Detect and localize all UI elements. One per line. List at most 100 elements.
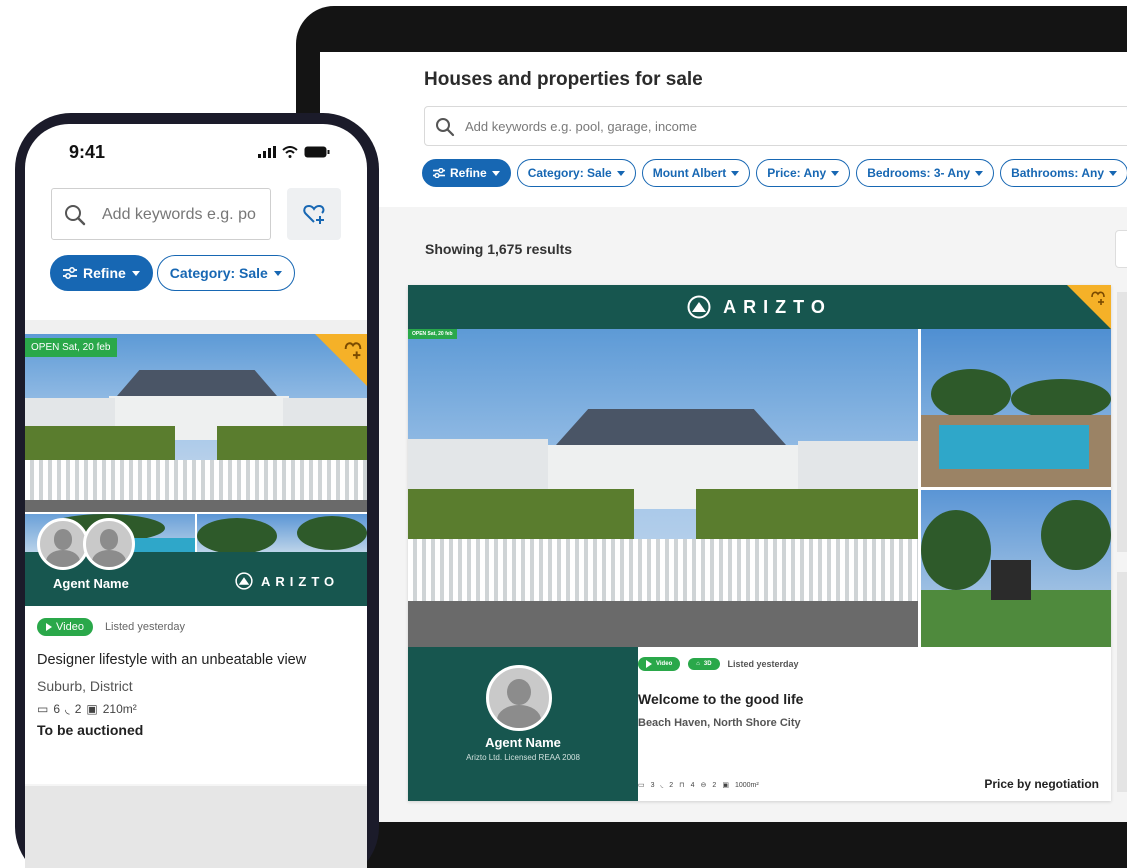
sliders-icon <box>433 168 445 178</box>
chevron-down-icon <box>831 170 840 176</box>
agent-name: Agent Name <box>53 576 129 591</box>
filter-bathrooms[interactable]: Bathrooms: Any <box>1000 159 1127 187</box>
device-mockup-stage: Houses and properties for sale Add keywo… <box>0 0 1127 868</box>
listing-details: Video ⌂ 3D Listed yesterday Welcome to th… <box>638 647 1111 801</box>
video-tag[interactable]: Video <box>37 618 93 636</box>
section-divider <box>25 320 367 334</box>
agent-avatar <box>83 518 135 570</box>
refine-button[interactable]: Refine <box>50 255 153 291</box>
chevron-down-icon <box>1109 170 1117 176</box>
bed-icon: ▭ <box>37 702 49 716</box>
refine-button[interactable]: Refine <box>422 159 511 187</box>
garden-photo[interactable] <box>921 490 1111 647</box>
agent-avatar <box>486 665 552 731</box>
filter-bar: Refine Category: Sale Mount Albert Price… <box>422 159 1127 187</box>
play-icon <box>46 623 52 631</box>
filter-label: Bathrooms: Any <box>1011 166 1104 180</box>
battery-icon <box>304 146 330 158</box>
land-area: 1000m² <box>734 781 759 789</box>
search-icon <box>65 205 86 226</box>
search-input[interactable]: Add keywords e.g. po <box>51 188 271 240</box>
filter-label: Category: Sale <box>169 265 268 281</box>
next-card-stub <box>1117 572 1127 792</box>
search-input[interactable]: Add keywords e.g. pool, garage, income <box>424 106 1127 146</box>
agency-name: ARIZTO <box>261 573 340 589</box>
pool-photo[interactable] <box>921 329 1111 487</box>
status-bar: 9:41 <box>25 124 367 174</box>
open-home-text: OPEN Sat, 20 feb <box>412 331 453 337</box>
listing-title[interactable]: Designer lifestyle with an unbeatable vi… <box>37 652 357 668</box>
land-area-icon: ▣ <box>86 702 98 716</box>
sort-dropdown[interactable] <box>1115 230 1127 268</box>
watchlist-add-icon[interactable] <box>342 338 364 360</box>
garden-photo[interactable] <box>197 514 367 554</box>
arizto-logo-icon <box>687 295 711 319</box>
land-area: 210m² <box>102 702 137 716</box>
agency-licence: Arizto Ltd. Licensed REAA 2008 <box>466 753 580 762</box>
refine-label: Refine <box>83 265 126 281</box>
chevron-down-icon <box>131 270 140 276</box>
lounge-icon: ⊓ <box>679 782 685 789</box>
video-tag[interactable]: Video <box>638 657 681 671</box>
status-icons <box>258 146 330 158</box>
open-home-badge: OPEN Sat, 20 feb <box>25 338 117 357</box>
page-title: Houses and properties for sale <box>424 69 703 90</box>
filter-bar: Refine Category: Sale <box>50 255 295 291</box>
arizto-logo-icon <box>235 572 253 590</box>
filter-label: Mount Albert <box>652 166 727 180</box>
agency-banner: Agent Name ARIZTO <box>25 518 367 606</box>
search-header: Houses and properties for sale Add keywo… <box>320 52 1127 207</box>
main-photo[interactable]: OPEN Sat, 20 feb <box>408 329 918 647</box>
filter-category[interactable]: Category: Sale <box>516 159 636 187</box>
filter-label: Price: Any <box>767 166 827 180</box>
saved-searches-button[interactable] <box>287 188 341 240</box>
parking-count: 2 <box>712 781 717 789</box>
agent-avatar <box>37 518 89 570</box>
chevron-down-icon <box>273 270 282 276</box>
bathrooms-count: 2 <box>74 702 82 716</box>
listing-card[interactable]: OPEN Sat, 20 feb Agent Name ARIZTO Video… <box>25 334 367 784</box>
next-card-placeholder <box>25 786 367 868</box>
open-home-badge: OPEN Sat, 20 feb <box>408 329 457 339</box>
land-area-icon: ▣ <box>722 782 729 789</box>
listed-date: Listed yesterday <box>727 659 799 669</box>
tag-label: Video <box>656 661 673 667</box>
bath-icon: ◟ <box>660 782 664 789</box>
listing-title[interactable]: Welcome to the good life <box>638 691 803 707</box>
tag-label: Video <box>56 621 84 633</box>
chevron-down-icon <box>731 170 740 176</box>
agent-panel[interactable]: Agent Name Arizto Ltd. Licensed REAA 200… <box>408 647 638 801</box>
chevron-down-icon <box>616 170 625 176</box>
agent-name: Agent Name <box>485 735 561 750</box>
property-features: ▭ 3 ◟ 2 ⊓ 4 ⊖ 2 ▣ 1000m² <box>638 781 759 790</box>
open-home-text: OPEN Sat, 20 feb <box>31 342 111 353</box>
listing-details: Video Listed yesterday Designer lifestyl… <box>37 618 357 738</box>
bedrooms-count: 6 <box>53 702 61 716</box>
filter-label: Bedrooms: 3- Any <box>867 166 971 180</box>
3d-tour-tag[interactable]: ⌂ 3D <box>688 658 720 670</box>
lounges-count: 4 <box>690 781 695 789</box>
results-count: Showing 1,675 results <box>425 241 573 257</box>
agency-banner: ARIZTO <box>408 285 1111 329</box>
main-photo[interactable]: OPEN Sat, 20 feb <box>25 334 367 512</box>
filter-location[interactable]: Mount Albert <box>641 159 751 187</box>
filter-category[interactable]: Category: Sale <box>156 255 295 291</box>
wifi-icon <box>282 146 298 158</box>
listing-card[interactable]: ARIZTO OPEN Sat, 20 feb Agent Name Arizt… <box>408 285 1111 801</box>
listing-price: To be auctioned <box>37 722 144 738</box>
sliders-icon <box>63 267 77 279</box>
search-icon <box>436 118 455 137</box>
heart-add-icon <box>303 204 325 224</box>
filter-label: Category: Sale <box>527 166 612 180</box>
filter-bedrooms[interactable]: Bedrooms: 3- Any <box>856 159 995 187</box>
bath-icon: ◟ <box>65 702 70 716</box>
agency-logo: ARIZTO <box>408 285 1111 329</box>
watchlist-add-icon[interactable] <box>1089 288 1107 306</box>
agency-name: ARIZTO <box>723 296 832 317</box>
next-card-stub <box>1117 292 1127 552</box>
filter-price[interactable]: Price: Any <box>756 159 851 187</box>
search-placeholder: Add keywords e.g. pool, garage, income <box>465 119 697 134</box>
chevron-down-icon <box>491 170 500 176</box>
agency-logo: ARIZTO <box>235 572 339 590</box>
tag-label: 3D <box>703 661 712 667</box>
